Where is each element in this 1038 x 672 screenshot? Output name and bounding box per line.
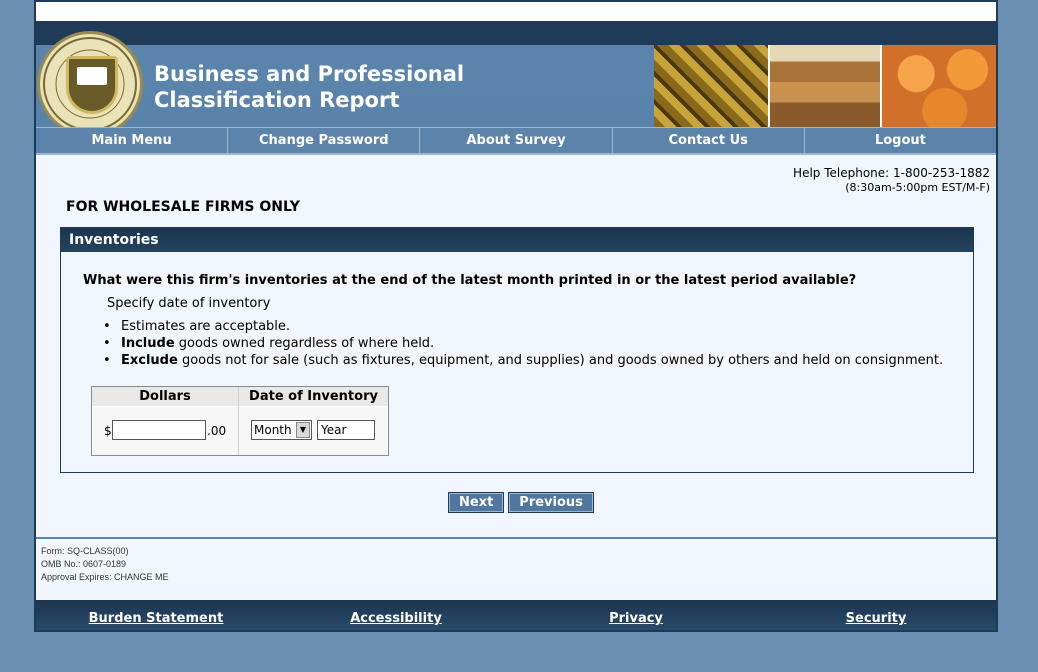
list-item: Include goods owned regardless of where … (101, 335, 943, 352)
header-banner: Business and Professional Classification… (36, 21, 996, 137)
header-photos (654, 45, 996, 127)
date-column: Date of Inventory Month ▼ (239, 387, 388, 455)
instruction-list: Estimates are acceptable. Include goods … (101, 318, 943, 369)
form-number: Form: SQ-CLASS(00) (41, 546, 129, 556)
month-selected-value: Month (254, 423, 292, 437)
nav-change-password[interactable]: Change Password (228, 128, 421, 153)
privacy-link[interactable]: Privacy (516, 600, 756, 630)
security-link[interactable]: Security (756, 600, 996, 630)
boxes-photo (768, 45, 882, 127)
dollars-input[interactable] (112, 420, 206, 440)
accessibility-link[interactable]: Accessibility (276, 600, 516, 630)
chevron-down-icon[interactable]: ▼ (296, 422, 310, 438)
previous-button[interactable]: Previous (508, 492, 594, 513)
list-item: Exclude goods not for sale (such as fixt… (101, 352, 943, 369)
question-text: What were this firm's inventories at the… (83, 273, 857, 288)
title-line-1: Business and Professional (154, 62, 465, 86)
next-button[interactable]: Next (448, 492, 505, 513)
top-strip (36, 0, 996, 21)
month-select[interactable]: Month ▼ (251, 420, 312, 440)
bolts-photo (654, 45, 768, 127)
dollars-column: Dollars $ .00 (92, 387, 239, 455)
help-hours: (8:30am-5:00pm EST/M-F) (845, 181, 990, 194)
dollars-header: Dollars (92, 387, 238, 407)
census-seal-logo (37, 31, 143, 137)
main-nav: Main Menu Change Password About Survey C… (36, 127, 996, 155)
nav-main-menu[interactable]: Main Menu (36, 128, 229, 153)
cents-label: .00 (207, 424, 227, 438)
year-input[interactable] (317, 420, 375, 440)
page-frame: Business and Professional Classification… (34, 0, 998, 632)
form-info: Form: SQ-CLASS(00) OMB No.: 0607-0189 Ap… (36, 537, 996, 584)
report-title: Business and Professional Classification… (154, 61, 464, 113)
list-item: Estimates are acceptable. (101, 318, 943, 335)
nav-contact-us[interactable]: Contact Us (613, 128, 805, 153)
inventory-entry-table: Dollars $ .00 Date of Inventory Month ▼ (91, 386, 389, 456)
omb-number: OMB No.: 0607-0189 (41, 559, 127, 569)
panel-title: Inventories (61, 228, 973, 252)
approval-expires: Approval Expires: CHANGE ME (41, 572, 169, 582)
seal-shield-icon (66, 56, 118, 114)
footer-links: Burden Statement Accessibility Privacy S… (36, 600, 996, 630)
title-line-2: Classification Report (154, 88, 400, 112)
oranges-photo (882, 45, 996, 127)
help-info: Help Telephone: 1-800-253-1882 (8:30am-5… (793, 165, 990, 195)
inventories-panel: Inventories What were this firm's invent… (60, 227, 974, 473)
burden-statement-link[interactable]: Burden Statement (36, 600, 276, 630)
help-telephone: Help Telephone: 1-800-253-1882 (793, 166, 990, 180)
nav-about-survey[interactable]: About Survey (420, 128, 613, 153)
specify-text: Specify date of inventory (107, 296, 271, 311)
page-heading: FOR WHOLESALE FIRMS ONLY (66, 199, 300, 215)
dollar-sign: $ (104, 424, 112, 438)
nav-logout[interactable]: Logout (805, 128, 996, 153)
date-header: Date of Inventory (239, 387, 388, 407)
form-navigation: Next Previous (448, 492, 594, 513)
